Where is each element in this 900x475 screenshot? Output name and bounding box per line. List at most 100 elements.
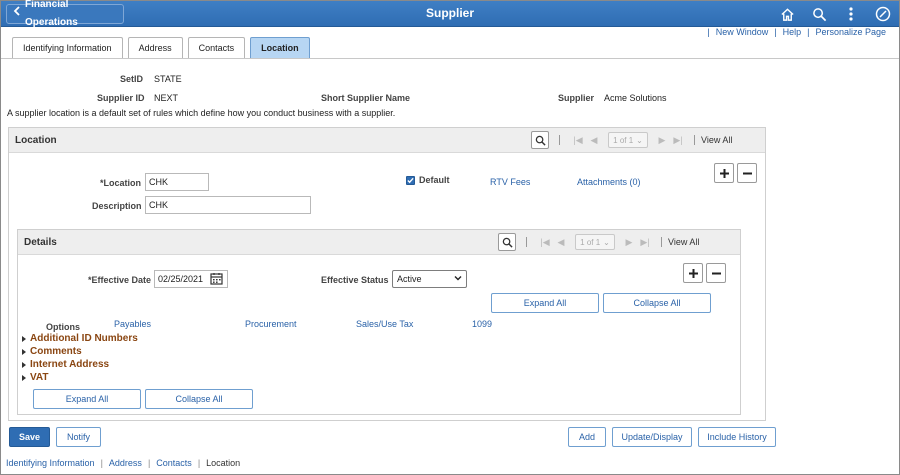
setid-label: SetID xyxy=(120,74,144,84)
next-row-icon[interactable]: ▶ xyxy=(621,237,637,248)
search-icon[interactable] xyxy=(803,1,835,27)
tab-identifying-information[interactable]: Identifying Information xyxy=(12,37,123,58)
page-breadcrumb: Identifying Information | Address | Cont… xyxy=(6,458,241,468)
location-group-title: Location xyxy=(15,135,57,146)
procurement-link[interactable]: Procurement xyxy=(245,319,297,329)
expand-triangle-icon xyxy=(22,374,26,381)
page-title: Supplier xyxy=(425,6,474,20)
navbar-icon[interactable] xyxy=(867,1,899,27)
details-pager: |◀ ◀ 1 of 1 ⌄ ▶ ▶| View All xyxy=(498,233,699,251)
delete-details-row-button[interactable] xyxy=(706,263,726,283)
checkmark-icon xyxy=(407,177,414,183)
search-icon xyxy=(535,135,546,146)
chevron-down-icon: ⌄ xyxy=(636,135,643,145)
page-tabs: Identifying Information Address Contacts… xyxy=(12,37,310,58)
details-row-selector[interactable]: 1 of 1 ⌄ xyxy=(575,234,615,250)
back-button[interactable]: Financial Operations xyxy=(6,0,124,28)
last-row-icon[interactable]: ▶| xyxy=(637,237,653,248)
utility-links: | New Window | Help | Personalize Page xyxy=(707,27,892,39)
1099-link[interactable]: 1099 xyxy=(472,319,492,329)
supplier-value: Acme Solutions xyxy=(604,93,667,103)
short-supplier-name-label: Short Supplier Name xyxy=(321,93,411,103)
location-pager: |◀ ◀ 1 of 1 ⌄ ▶ ▶| View All xyxy=(531,131,732,149)
effective-status-select[interactable]: Active xyxy=(392,270,467,288)
tab-location[interactable]: Location xyxy=(250,37,310,58)
calendar-icon[interactable] xyxy=(210,272,223,287)
attachments-link[interactable]: Attachments (0) xyxy=(577,177,641,187)
supplier-label: Supplier xyxy=(558,93,595,103)
location-row-selector[interactable]: 1 of 1 ⌄ xyxy=(608,132,648,148)
expand-triangle-icon xyxy=(22,348,26,355)
supplier-id-value: NEXT xyxy=(154,93,179,103)
first-row-icon[interactable]: |◀ xyxy=(537,237,553,248)
section-vat[interactable]: VAT xyxy=(22,372,49,383)
breadcrumb-location: Location xyxy=(206,458,241,468)
tab-divider xyxy=(1,58,899,59)
notify-button[interactable]: Notify xyxy=(56,427,101,447)
delete-row-button[interactable] xyxy=(737,163,757,183)
home-icon[interactable] xyxy=(771,1,803,27)
options-collapse-all-button[interactable]: Collapse All xyxy=(603,293,711,313)
last-row-icon[interactable]: ▶| xyxy=(670,135,686,146)
first-row-icon[interactable]: |◀ xyxy=(570,135,586,146)
search-icon xyxy=(502,237,513,248)
chevron-down-icon: ⌄ xyxy=(603,237,610,247)
breadcrumb-contacts[interactable]: Contacts xyxy=(156,458,192,468)
top-banner: Financial Operations Supplier xyxy=(1,0,899,28)
include-history-button[interactable]: Include History xyxy=(698,427,776,447)
details-group-title: Details xyxy=(24,237,57,248)
sales-use-tax-link[interactable]: Sales/Use Tax xyxy=(356,319,413,329)
previous-row-icon[interactable]: ◀ xyxy=(586,135,602,146)
save-button[interactable]: Save xyxy=(9,427,50,447)
personalize-page-link[interactable]: Personalize Page xyxy=(809,27,892,39)
payables-link[interactable]: Payables xyxy=(114,319,151,329)
effective-status-label: Effective Status xyxy=(321,275,389,285)
default-label: Default xyxy=(419,175,450,185)
setid-value: STATE xyxy=(154,74,182,84)
more-actions-icon[interactable] xyxy=(835,1,867,27)
location-code-input[interactable]: CHK xyxy=(145,173,209,191)
details-group-header: Details |◀ ◀ 1 of 1 ⌄ ▶ ▶| View All xyxy=(18,230,740,255)
section-additional-id-numbers[interactable]: Additional ID Numbers xyxy=(22,333,138,344)
update-display-button[interactable]: Update/Display xyxy=(612,427,692,447)
location-code-label: *Location xyxy=(100,178,142,188)
help-link[interactable]: Help xyxy=(777,27,808,39)
location-description-text: A supplier location is a default set of … xyxy=(7,108,396,118)
location-search-button[interactable] xyxy=(531,131,549,149)
expand-triangle-icon xyxy=(22,335,26,342)
expand-triangle-icon xyxy=(22,361,26,368)
description-label: Description xyxy=(92,201,142,211)
options-expand-all-button[interactable]: Expand All xyxy=(491,293,599,313)
minus-icon xyxy=(711,272,721,274)
section-internet-address[interactable]: Internet Address xyxy=(22,359,109,370)
details-view-all-link[interactable]: View All xyxy=(668,237,699,247)
add-button[interactable]: Add xyxy=(568,427,606,447)
add-row-button[interactable] xyxy=(714,163,734,183)
details-group: Details |◀ ◀ 1 of 1 ⌄ ▶ ▶| View All *Effe… xyxy=(17,229,741,415)
supplier-id-label: Supplier ID xyxy=(97,93,145,103)
next-row-icon[interactable]: ▶ xyxy=(654,135,670,146)
breadcrumb-address[interactable]: Address xyxy=(109,458,142,468)
location-view-all-link[interactable]: View All xyxy=(701,135,732,145)
description-input[interactable]: CHK xyxy=(145,196,311,214)
previous-row-icon[interactable]: ◀ xyxy=(553,237,569,248)
sections-collapse-all-button[interactable]: Collapse All xyxy=(145,389,253,409)
chevron-left-icon xyxy=(13,5,20,23)
sections-expand-all-button[interactable]: Expand All xyxy=(33,389,141,409)
plus-icon xyxy=(688,268,698,278)
section-comments[interactable]: Comments xyxy=(22,346,82,357)
rtv-fees-link[interactable]: RTV Fees xyxy=(490,177,530,187)
tab-address[interactable]: Address xyxy=(127,37,183,58)
new-window-link[interactable]: New Window xyxy=(710,27,775,39)
tab-contacts[interactable]: Contacts xyxy=(187,37,246,58)
default-checkbox[interactable] xyxy=(406,175,415,185)
default-checkbox-group: Default xyxy=(406,175,450,185)
minus-icon xyxy=(742,172,752,174)
back-button-label: Financial Operations xyxy=(25,0,78,28)
breadcrumb-identifying-information[interactable]: Identifying Information xyxy=(6,458,95,468)
chevron-down-icon xyxy=(454,271,462,287)
options-label: Options xyxy=(46,322,80,332)
add-details-row-button[interactable] xyxy=(683,263,703,283)
effective-date-label: *Effective Date xyxy=(88,275,152,285)
details-search-button[interactable] xyxy=(498,233,516,251)
